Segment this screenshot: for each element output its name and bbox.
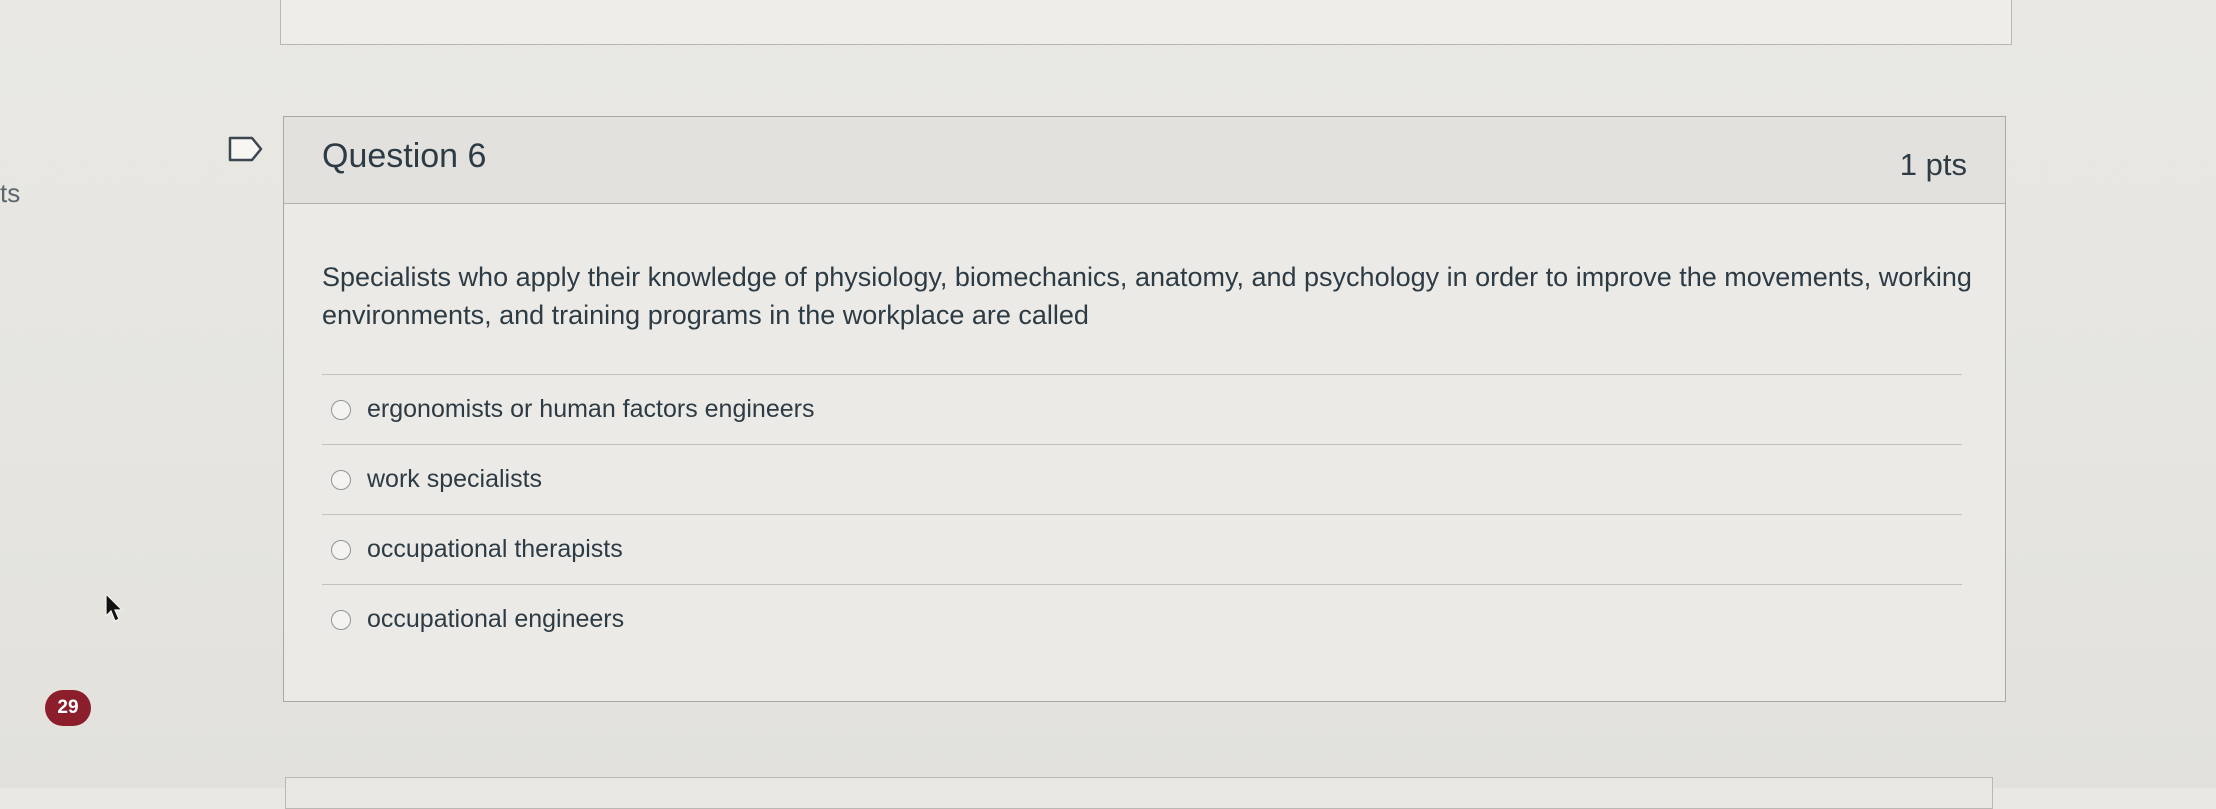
- truncated-side-text: ts: [0, 178, 21, 208]
- notification-count-badge[interactable]: 29: [45, 690, 91, 726]
- answer-option[interactable]: work specialists: [322, 445, 1962, 515]
- answer-option[interactable]: occupational therapists: [322, 515, 1962, 585]
- radio-button[interactable]: [331, 609, 351, 630]
- question-card: Question 6 1 pts Specialists who apply t…: [283, 116, 2006, 702]
- question-header: Question 6 1 pts: [284, 117, 2005, 204]
- question-text: Specialists who apply their knowledge of…: [322, 262, 1972, 330]
- question-points: 1 pts: [1899, 147, 1967, 182]
- next-question-card: [285, 777, 1993, 809]
- answer-label[interactable]: occupational therapists: [367, 535, 623, 564]
- previous-question-card: [280, 0, 2012, 45]
- answer-label[interactable]: work specialists: [367, 465, 542, 494]
- radio-button[interactable]: [331, 539, 351, 560]
- answer-label[interactable]: ergonomists or human factors engineers: [367, 395, 814, 424]
- flag-question-icon[interactable]: [228, 136, 264, 167]
- answer-option[interactable]: ergonomists or human factors engineers: [322, 375, 1962, 445]
- radio-button[interactable]: [331, 399, 351, 420]
- radio-button[interactable]: [331, 469, 351, 490]
- question-body: Specialists who apply their knowledge of…: [284, 204, 2005, 654]
- answer-label[interactable]: occupational engineers: [367, 605, 624, 634]
- mouse-pointer-icon: [104, 592, 126, 629]
- answer-option[interactable]: occupational engineers: [322, 585, 1962, 654]
- answer-list: ergonomists or human factors engineers w…: [322, 374, 1962, 654]
- question-title: Question 6: [322, 137, 487, 175]
